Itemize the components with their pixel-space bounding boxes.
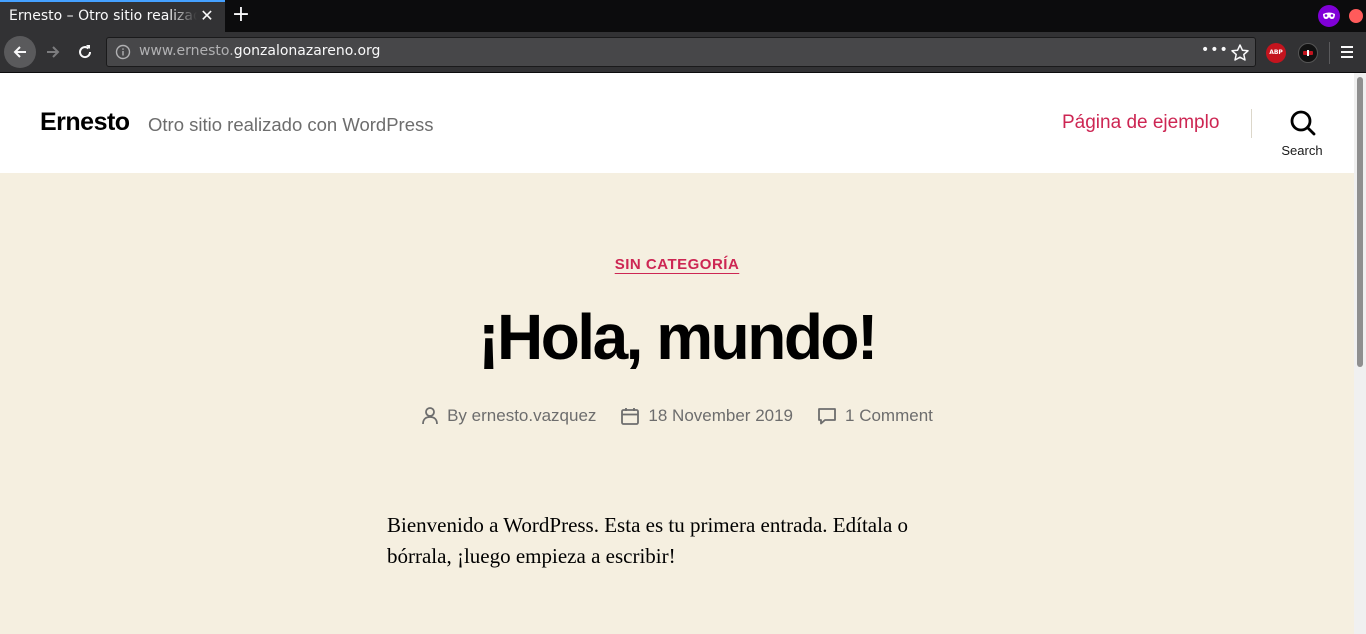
menu-item-pagina-de-ejemplo[interactable]: Página de ejemplo [1062, 112, 1219, 134]
post-paragraph: Bienvenido a WordPress. Esta es tu prime… [387, 513, 909, 568]
post-author: By ernesto.vazquez [421, 406, 596, 426]
reload-button[interactable] [69, 36, 101, 68]
private-mask-icon[interactable] [1318, 5, 1340, 27]
adblock-plus-icon[interactable]: ABP [1266, 43, 1286, 63]
tab-title: Ernesto – Otro sitio realizado con WordP… [9, 8, 197, 24]
site-description: Otro sitio realizado con WordPress [148, 114, 434, 135]
extension-icon[interactable] [1298, 43, 1318, 63]
window-close-icon[interactable] [1349, 9, 1363, 23]
tab-strip: Ernesto – Otro sitio realizado con WordP… [0, 0, 1366, 32]
new-tab-icon[interactable]: + [230, 4, 252, 26]
site-title-link[interactable]: Ernesto [40, 108, 130, 137]
category-link[interactable]: SIN CATEGORÍA [615, 256, 740, 273]
post-title[interactable]: ¡Hola, mundo! [0, 300, 1354, 374]
post-date: 18 November 2019 [620, 406, 793, 426]
url-prefix: www.ernesto. [139, 43, 234, 59]
page-actions-icon[interactable]: ••• [1201, 42, 1228, 62]
url-text[interactable]: www.ernesto.gonzalonazareno.org [139, 43, 380, 59]
address-bar[interactable]: www.ernesto.gonzalonazareno.org ••• [106, 37, 1256, 67]
author-link[interactable]: ernesto.vazquez [472, 406, 597, 425]
search-toggle-button[interactable]: Search [1270, 110, 1334, 160]
forward-button[interactable] [37, 36, 69, 68]
header-separator [1251, 109, 1252, 138]
user-icon [422, 407, 438, 425]
back-arrow-icon [13, 46, 26, 58]
post-meta: By ernesto.vazquez 18 November 2019 1 Co… [0, 406, 1354, 426]
hamburger-menu-icon[interactable] [1336, 41, 1358, 63]
scrollbar-thumb[interactable] [1357, 77, 1363, 367]
url-domain: gonzalonazareno.org [233, 43, 381, 59]
date-link[interactable]: 18 November 2019 [648, 406, 793, 426]
close-tab-icon[interactable]: ✕ [199, 8, 215, 24]
calendar-icon [621, 408, 640, 425]
reload-icon [79, 45, 92, 59]
navigation-toolbar: www.ernesto.gonzalonazareno.org ••• ABP [0, 32, 1366, 73]
post-comments: 1 Comment [817, 406, 933, 426]
forward-arrow-icon [47, 46, 60, 58]
search-icon [1290, 110, 1316, 136]
back-button[interactable] [4, 36, 36, 68]
active-tab[interactable]: Ernesto – Otro sitio realizado con WordP… [0, 0, 225, 32]
post-content: Bienvenido a WordPress. Esta es tu prime… [387, 510, 927, 572]
search-label: Search [1281, 143, 1323, 158]
comments-link[interactable]: 1 Comment [845, 406, 933, 426]
bookmark-star-icon[interactable] [1230, 43, 1250, 63]
comment-icon [818, 408, 836, 425]
author-prefix: By [447, 406, 467, 425]
site-header: Ernesto Otro sitio realizado con WordPre… [0, 73, 1354, 173]
toolbar-divider [1329, 42, 1330, 64]
entry-categories: SIN CATEGORÍA [0, 254, 1354, 273]
page-scrollbar[interactable] [1354, 73, 1366, 634]
site-info-icon[interactable] [115, 44, 131, 60]
